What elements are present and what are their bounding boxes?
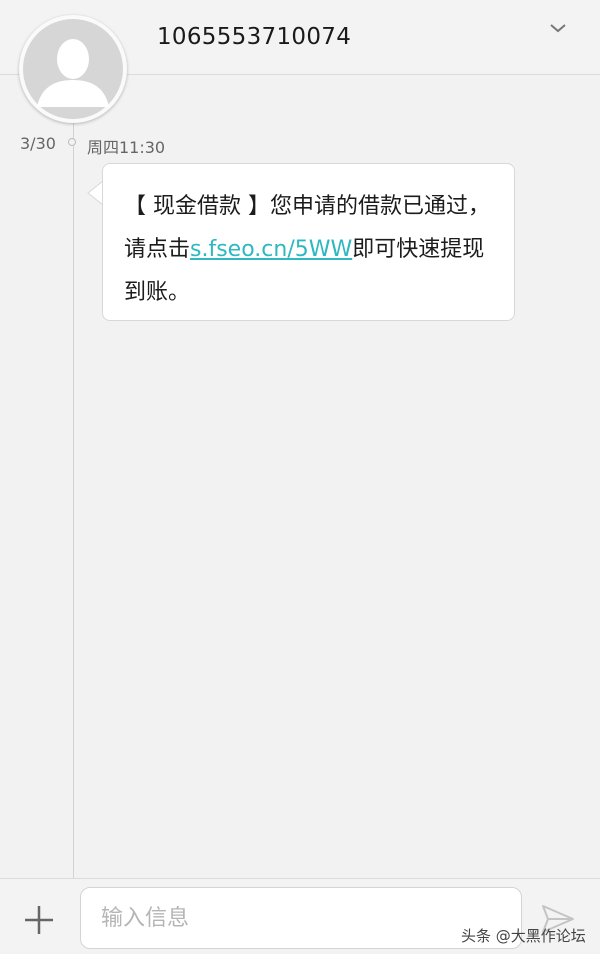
- timeline-line: [73, 74, 74, 878]
- timeline-dot: [68, 138, 76, 146]
- message-input-box[interactable]: [80, 887, 522, 949]
- message-date: 3/30: [20, 134, 56, 153]
- avatar[interactable]: [19, 15, 127, 123]
- plus-icon[interactable]: [20, 901, 58, 939]
- watermark: 头条 @大黑作论坛: [461, 927, 586, 945]
- message-time: 周四11:30: [87, 138, 166, 157]
- contact-number: 1065553710074: [157, 24, 352, 50]
- person-icon: [23, 19, 123, 119]
- message-input[interactable]: [99, 888, 503, 948]
- chevron-down-icon[interactable]: [543, 14, 573, 44]
- message-link[interactable]: s.fseo.cn/5WW: [190, 237, 352, 262]
- message-bubble[interactable]: 【 现金借款 】您申请的借款已通过，请点击s.fseo.cn/5WW即可快速提现…: [102, 163, 515, 321]
- compose-bar: 头条 @大黑作论坛: [0, 878, 600, 954]
